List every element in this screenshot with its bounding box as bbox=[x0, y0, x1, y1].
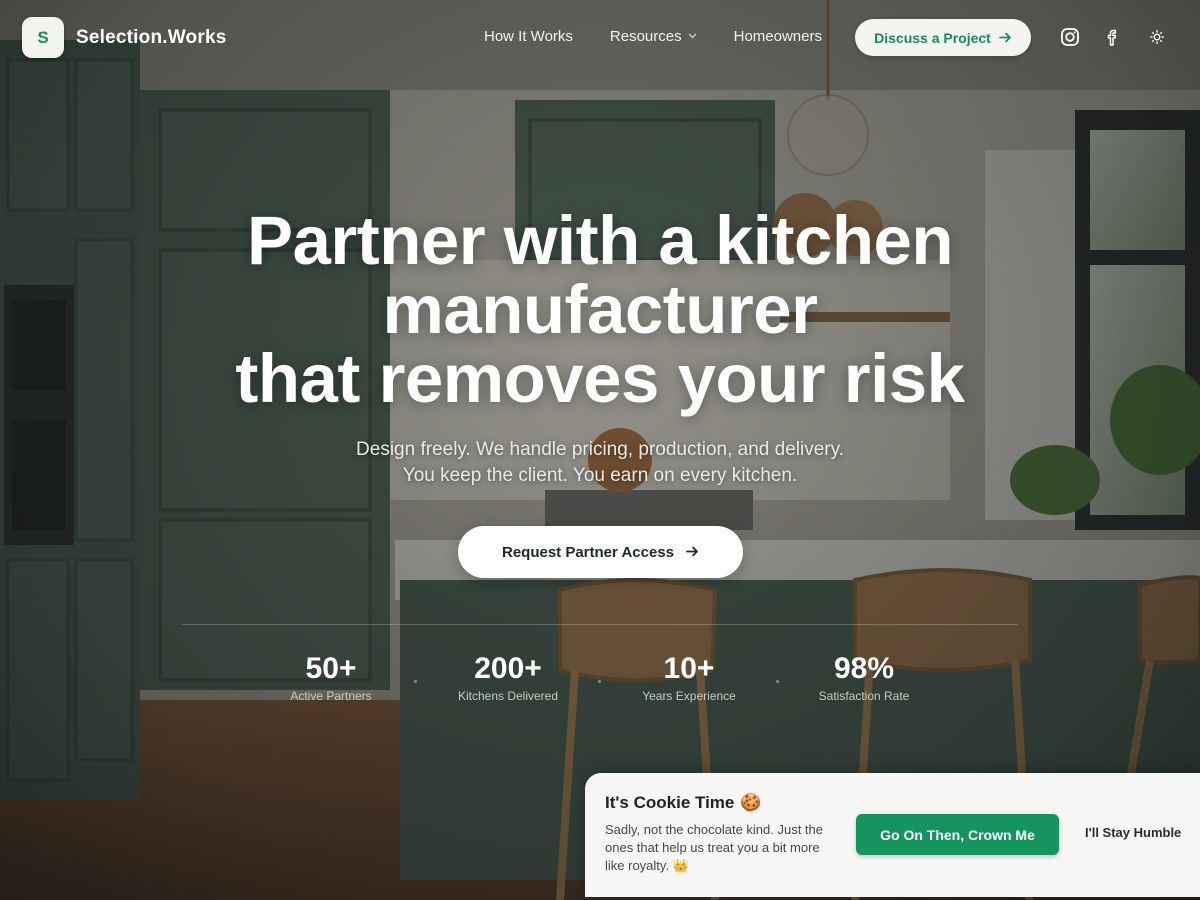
hero-title-line: manufacturer bbox=[382, 271, 818, 348]
cookie-description: Sadly, not the chocolate kind. Just the … bbox=[605, 822, 824, 873]
nav-link-label: Resources bbox=[609, 28, 682, 45]
brand-logo[interactable]: S Selection.Works bbox=[22, 17, 226, 58]
brand-name: Selection.Works bbox=[76, 26, 227, 48]
nav-link-label: How It Works bbox=[484, 28, 573, 45]
chevron-down-icon bbox=[688, 31, 697, 42]
decline-cookies-link[interactable]: I'll Stay Humble bbox=[1085, 825, 1181, 840]
cookie-title-text: It's Cookie Time bbox=[605, 793, 735, 812]
nav-link-homeowners[interactable]: Homeowners bbox=[734, 28, 822, 45]
logo-mark: S bbox=[22, 17, 64, 58]
stat-value: 200+ bbox=[474, 652, 542, 685]
stats-divider bbox=[182, 624, 1018, 625]
stat-satisfaction-rate: 98% Satisfaction Rate bbox=[774, 652, 954, 703]
stat-label: Years Experience bbox=[642, 689, 736, 703]
stat-value: 98% bbox=[833, 652, 895, 685]
hero-title: Partner with a kitchen manufacturer that… bbox=[0, 206, 1200, 413]
hero-title-line: that removes your risk bbox=[235, 340, 965, 417]
discuss-project-label: Discuss a Project bbox=[874, 29, 991, 46]
accept-cookies-button[interactable]: Go On Then, Crown Me bbox=[856, 814, 1059, 855]
cookie-emoji-icon: 🍪 bbox=[740, 793, 762, 812]
cookie-title: It's Cookie Time 🍪 bbox=[605, 793, 762, 813]
facebook-icon[interactable] bbox=[1101, 26, 1123, 48]
arrow-right-icon bbox=[999, 30, 1012, 46]
stat-kitchens-delivered: 200+ Kitchens Delivered bbox=[418, 652, 598, 703]
discuss-project-button[interactable]: Discuss a Project bbox=[855, 19, 1031, 56]
arrow-right-icon bbox=[686, 544, 699, 561]
nav-link-how-it-works[interactable]: How It Works bbox=[484, 28, 573, 45]
stat-separator bbox=[414, 680, 417, 683]
request-partner-access-label: Request Partner Access bbox=[501, 543, 675, 561]
stat-active-partners: 50+ Active Partners bbox=[241, 652, 421, 703]
stat-value: 50+ bbox=[305, 652, 357, 685]
main-nav: How It Works Resources Homeowners bbox=[484, 28, 859, 45]
nav-link-resources[interactable]: Resources bbox=[610, 28, 697, 45]
cookie-banner: It's Cookie Time 🍪 Sadly, not the chocol… bbox=[585, 773, 1200, 897]
stat-label: Kitchens Delivered bbox=[457, 689, 559, 703]
hero-title-line: Partner with a kitchen bbox=[246, 202, 954, 279]
nav-link-label: Homeowners bbox=[733, 28, 822, 45]
instagram-icon[interactable] bbox=[1059, 26, 1081, 48]
stat-label: Active Partners bbox=[290, 689, 372, 703]
hero-subtitle: Design freely. We handle pricing, produc… bbox=[0, 437, 1200, 489]
stat-label: Satisfaction Rate bbox=[818, 689, 910, 703]
hero-subtitle-line: You keep the client. You earn on every k… bbox=[402, 465, 798, 486]
request-partner-access-button[interactable]: Request Partner Access bbox=[458, 526, 743, 578]
theme-toggle-icon[interactable] bbox=[1146, 26, 1168, 48]
hero-subtitle-line: Design freely. We handle pricing, produc… bbox=[356, 439, 844, 460]
stat-value: 10+ bbox=[663, 652, 715, 685]
stat-years-experience: 10+ Years Experience bbox=[599, 652, 779, 703]
site-header: S Selection.Works How It Works Resources… bbox=[0, 0, 1200, 76]
